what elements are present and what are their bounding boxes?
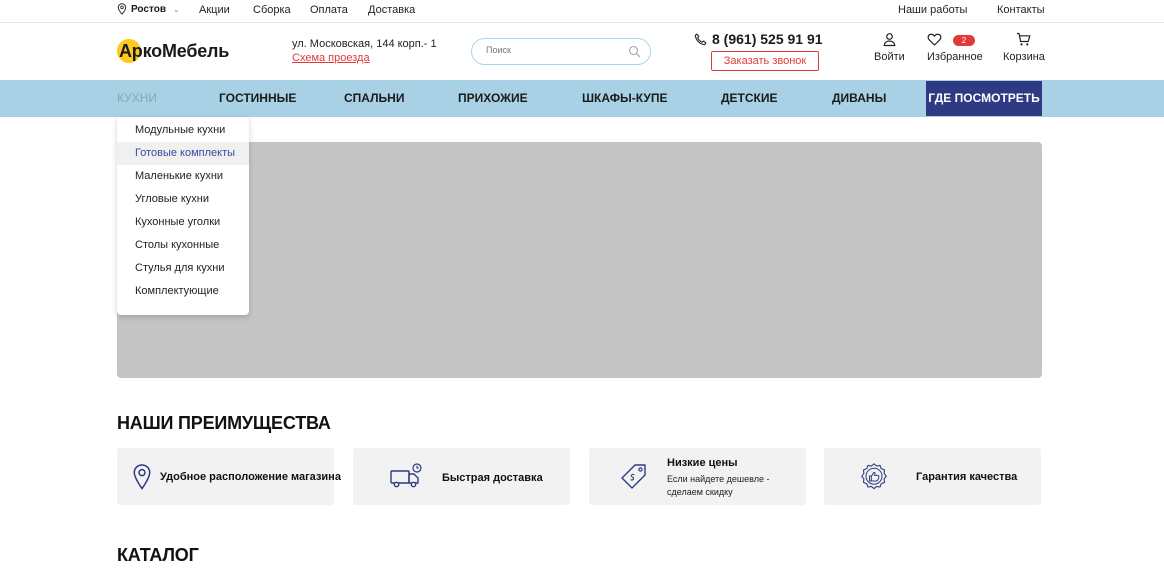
advantage-title: Быстрая доставка <box>442 472 543 484</box>
request-call-button[interactable]: Заказать звонок <box>711 51 819 71</box>
dropdown-item-kitchen-corners[interactable]: Кухонные уголки <box>117 211 249 234</box>
dropdown-item-ready-sets[interactable]: Готовые комплекты <box>117 142 249 165</box>
dropdown-item-modular-kitchens[interactable]: Модульные кухни <box>117 119 249 142</box>
dropdown-item-corner-kitchens[interactable]: Угловые кухни <box>117 188 249 211</box>
cart-icon <box>1017 32 1031 46</box>
nav-item-kids[interactable]: ДЕТСКИЕ <box>721 80 778 117</box>
top-link-assembly[interactable]: Сборка <box>253 4 291 16</box>
top-link-contacts[interactable]: Контакты <box>997 4 1045 16</box>
price-tag-icon <box>621 464 646 489</box>
login-button[interactable]: Войти <box>874 32 905 63</box>
nav-item-kitchens[interactable]: КУХНИ <box>117 80 157 117</box>
top-link-payment[interactable]: Оплата <box>310 4 348 16</box>
user-icon <box>883 33 896 47</box>
dropdown-item-small-kitchens[interactable]: Маленькие кухни <box>117 165 249 188</box>
delivery-truck-icon <box>390 463 422 488</box>
search-input[interactable] <box>486 45 626 55</box>
top-link-our-works[interactable]: Наши работы <box>898 4 967 16</box>
advantage-title: Удобное расположение магазина <box>160 471 341 483</box>
nav-item-bedrooms[interactable]: СПАЛЬНИ <box>344 80 404 117</box>
nav-item-hallways[interactable]: ПРИХОЖИЕ <box>458 80 528 117</box>
top-link-promotions[interactable]: Акции <box>199 4 230 16</box>
heart-icon <box>927 33 942 46</box>
search-box[interactable] <box>471 38 651 65</box>
phone-text: 8 (961) 525 91 91 <box>712 31 823 47</box>
advantage-title: Гарантия качества <box>916 471 1018 483</box>
where-to-see-button[interactable]: ГДЕ ПОСМОТРЕТЬ <box>926 81 1042 116</box>
dropdown-item-kitchen-tables[interactable]: Столы кухонные <box>117 234 249 257</box>
quality-badge-icon <box>861 463 887 490</box>
advantage-card-quality: Гарантия качества <box>824 448 1041 505</box>
address-line: ул. Московская, 144 корп.- 1 <box>292 38 437 50</box>
nav-item-sofas[interactable]: ДИВАНЫ <box>832 80 886 117</box>
kitchens-dropdown-menu: Модульные кухни Готовые комплекты Малень… <box>117 117 249 315</box>
advantage-card-delivery: Быстрая доставка <box>353 448 570 505</box>
top-link-delivery[interactable]: Доставка <box>368 4 415 16</box>
advantages-heading: НАШИ ПРЕИМУЩЕСТВА <box>117 413 331 433</box>
nav-item-wardrobes[interactable]: ШКАФЫ-КУПЕ <box>582 80 667 117</box>
favorites-count-badge: 2 <box>953 35 975 46</box>
advantage-subtitle: Если найдете дешевле - сделаем скидку <box>667 474 770 497</box>
login-label: Войти <box>874 51 905 63</box>
favorites-button[interactable]: 2 Избранное <box>927 32 983 63</box>
chevron-down-icon: ⌄ <box>172 4 180 14</box>
nav-item-living-rooms[interactable]: ГОСТИННЫЕ <box>219 80 296 117</box>
advantage-title: Низкие цены <box>667 457 738 469</box>
location-pin-icon <box>117 3 127 15</box>
city-name: Ростов <box>131 3 166 15</box>
dropdown-item-kitchen-chairs[interactable]: Стулья для кухни <box>117 257 249 280</box>
store-address: ул. Московская, 144 корп.- 1 Схема проез… <box>292 37 437 65</box>
advantage-card-low-prices: Низкие цены Если найдете дешевле - сдела… <box>589 448 806 505</box>
top-bar: Ростов ⌄ Акции Сборка Оплата Доставка На… <box>0 0 1164 23</box>
cart-label: Корзина <box>1003 51 1045 63</box>
hero-banner[interactable] <box>117 142 1042 378</box>
map-link[interactable]: Схема проезда <box>292 51 437 65</box>
header: АркоМебель ул. Московская, 144 корп.- 1 … <box>0 23 1164 80</box>
phone-icon <box>694 33 707 45</box>
favorites-label: Избранное <box>927 51 983 63</box>
phone-number[interactable]: 8 (961) 525 91 91 <box>694 31 823 47</box>
main-navigation: КУХНИ ГОСТИННЫЕ СПАЛЬНИ ПРИХОЖИЕ ШКАФЫ-К… <box>0 80 1164 117</box>
cart-button[interactable]: Корзина <box>1003 32 1045 63</box>
city-selector[interactable]: Ростов ⌄ <box>117 3 180 15</box>
advantage-card-location: Удобное расположение магазина <box>117 448 341 505</box>
search-icon[interactable] <box>628 45 641 58</box>
location-pin-icon <box>133 464 151 490</box>
catalog-heading: КАТАЛОГ <box>117 545 199 565</box>
logo-text: АркоМебель <box>119 41 230 61</box>
logo[interactable]: АркоМебель <box>117 37 237 67</box>
dropdown-item-accessories[interactable]: Комплектующие <box>117 280 249 303</box>
